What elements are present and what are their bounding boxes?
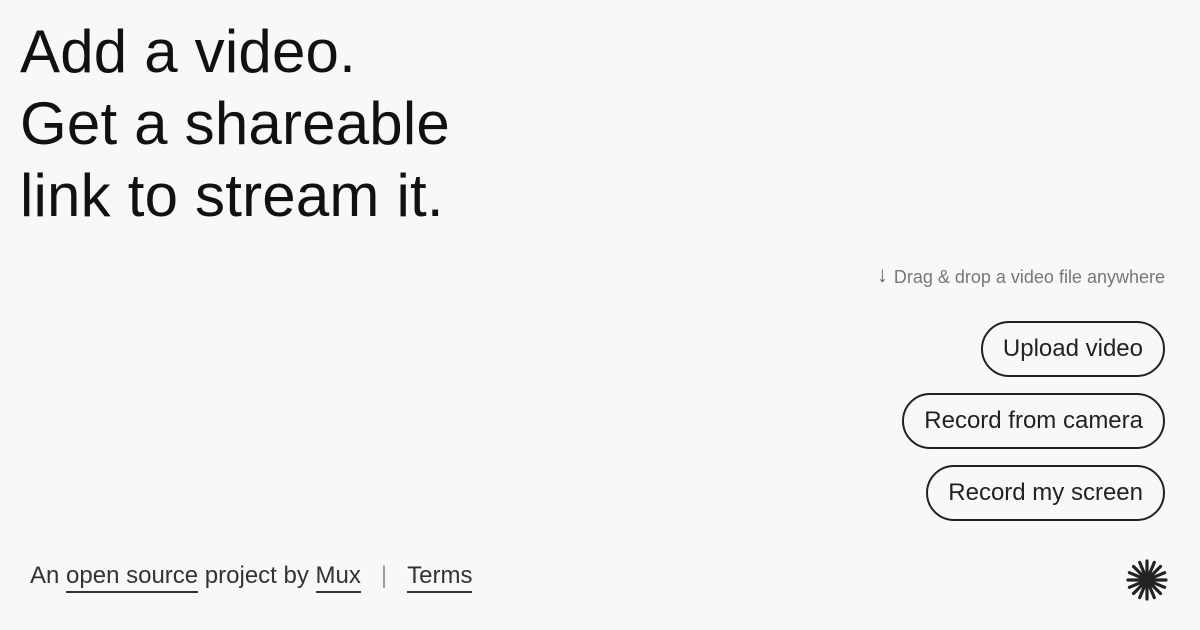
upload-video-button[interactable]: Upload video: [980, 321, 1165, 377]
open-source-link[interactable]: open source: [66, 562, 199, 593]
footer: An open source project by Mux | Terms: [30, 562, 473, 593]
headline-line-3: link to stream it.: [20, 162, 444, 229]
footer-separator: |: [380, 562, 388, 589]
page-headline: Add a video. Get a shareable link to str…: [20, 16, 450, 232]
headline-line-1: Add a video.: [20, 18, 356, 85]
action-buttons: Upload video Record from camera Record m…: [902, 321, 1165, 521]
arrow-down-icon: ↓: [876, 262, 888, 287]
terms-link[interactable]: Terms: [407, 562, 473, 593]
drag-drop-hint-text: Drag & drop a video file anywhere: [893, 266, 1165, 287]
record-from-camera-button[interactable]: Record from camera: [902, 393, 1165, 449]
footer-prefix-text: An: [30, 562, 60, 589]
record-my-screen-button[interactable]: Record my screen: [926, 465, 1165, 521]
mux-link[interactable]: Mux: [315, 562, 361, 593]
headline-line-2: Get a shareable: [20, 90, 450, 157]
drag-drop-hint: ↓ Drag & drop a video file anywhere: [876, 262, 1165, 288]
asterisk-logo-icon[interactable]: [1126, 559, 1168, 601]
footer-middle-text: project by: [204, 562, 309, 589]
